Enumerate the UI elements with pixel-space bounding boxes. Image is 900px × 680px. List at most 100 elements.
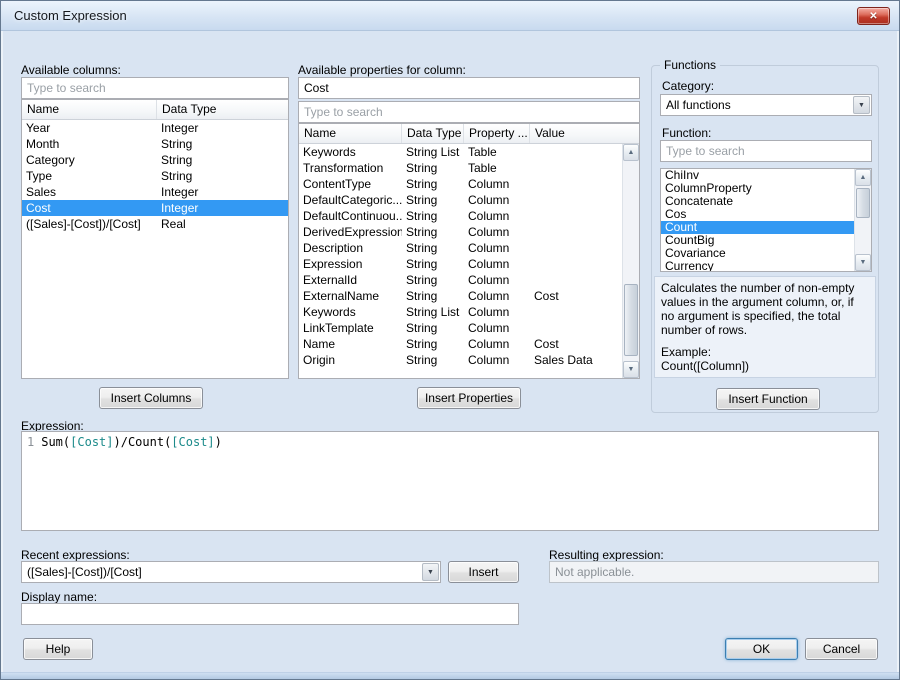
table-cell: Column: [464, 176, 530, 192]
column-row[interactable]: TypeString: [22, 168, 288, 184]
properties-header-property[interactable]: Property ...: [464, 124, 530, 143]
help-button[interactable]: Help: [23, 638, 93, 660]
table-cell: Column: [464, 352, 530, 368]
properties-header-name[interactable]: Name: [299, 124, 402, 143]
table-cell: Integer: [157, 200, 288, 216]
dropdown-arrow-icon[interactable]: ▼: [853, 96, 870, 114]
scrollbar-thumb[interactable]: [856, 188, 870, 218]
properties-header-datatype[interactable]: Data Type: [402, 124, 464, 143]
property-row[interactable]: DerivedExpressionStringColumn: [299, 224, 622, 240]
table-cell: Sales: [22, 184, 157, 200]
expression-code: Sum([Cost])/Count([Cost]): [41, 435, 222, 449]
column-row[interactable]: MonthString: [22, 136, 288, 152]
property-row[interactable]: ExternalIdStringColumn: [299, 272, 622, 288]
columns-header-datatype[interactable]: Data Type: [157, 100, 288, 119]
column-row[interactable]: YearInteger: [22, 120, 288, 136]
table-cell: ([Sales]-[Cost])/[Cost]: [22, 216, 157, 232]
column-row[interactable]: CategoryString: [22, 152, 288, 168]
table-cell: Column: [464, 272, 530, 288]
table-cell: String: [402, 208, 464, 224]
display-name-label: Display name:: [21, 590, 97, 604]
insert-columns-button[interactable]: Insert Columns: [99, 387, 203, 409]
table-cell: String: [402, 352, 464, 368]
functions-group-label: Functions: [660, 58, 720, 72]
function-search-input[interactable]: [660, 140, 872, 162]
property-row[interactable]: KeywordsString ListTable: [299, 144, 622, 160]
scrollbar-thumb[interactable]: [624, 284, 638, 356]
category-value: All functions: [666, 95, 851, 115]
property-row[interactable]: DescriptionStringColumn: [299, 240, 622, 256]
table-cell: [530, 272, 622, 288]
table-cell: String: [402, 288, 464, 304]
table-cell: Table: [464, 144, 530, 160]
table-cell: Year: [22, 120, 157, 136]
property-row[interactable]: ExpressionStringColumn: [299, 256, 622, 272]
table-cell: Cost: [530, 336, 622, 352]
table-cell: String List: [402, 304, 464, 320]
table-cell: [530, 224, 622, 240]
scroll-up-icon[interactable]: ▲: [623, 144, 639, 161]
table-cell: Name: [299, 336, 402, 352]
custom-expression-dialog: Custom Expression ✕ Available columns: N…: [0, 0, 900, 680]
table-cell: String: [402, 320, 464, 336]
properties-header-value[interactable]: Value: [530, 124, 639, 143]
table-cell: Column: [464, 320, 530, 336]
column-row[interactable]: CostInteger: [22, 200, 288, 216]
property-row[interactable]: LinkTemplateStringColumn: [299, 320, 622, 336]
table-cell: Transformation: [299, 160, 402, 176]
insert-recent-button[interactable]: Insert: [448, 561, 519, 583]
table-cell: [530, 256, 622, 272]
scroll-down-icon[interactable]: ▼: [855, 254, 871, 271]
scroll-up-icon[interactable]: ▲: [855, 169, 871, 186]
column-row[interactable]: SalesInteger: [22, 184, 288, 200]
table-cell: Column: [464, 192, 530, 208]
table-cell: Column: [464, 240, 530, 256]
property-row[interactable]: NameStringColumnCost: [299, 336, 622, 352]
insert-properties-button[interactable]: Insert Properties: [417, 387, 521, 409]
scroll-down-icon[interactable]: ▼: [623, 361, 639, 378]
dropdown-arrow-icon[interactable]: ▼: [422, 563, 439, 581]
function-list-scrollbar[interactable]: ▲ ▼: [854, 169, 871, 271]
function-item[interactable]: Currency: [661, 260, 854, 272]
function-label: Function:: [662, 126, 711, 140]
table-cell: Month: [22, 136, 157, 152]
column-token: [Cost]: [70, 435, 113, 449]
recent-expressions-label: Recent expressions:: [21, 548, 130, 562]
property-row[interactable]: DefaultCategoric...StringColumn: [299, 192, 622, 208]
function-list-items: ChiInvColumnPropertyConcatenateCosCountC…: [661, 169, 871, 272]
titlebar[interactable]: Custom Expression ✕: [1, 1, 899, 31]
code-token: Sum(: [41, 435, 70, 449]
table-cell: Expression: [299, 256, 402, 272]
table-cell: Keywords: [299, 304, 402, 320]
expression-editor[interactable]: 1Sum([Cost])/Count([Cost]): [21, 431, 879, 531]
property-row[interactable]: TransformationStringTable: [299, 160, 622, 176]
ok-button[interactable]: OK: [725, 638, 798, 660]
table-cell: DerivedExpression: [299, 224, 402, 240]
property-row[interactable]: OriginStringColumnSales Data: [299, 352, 622, 368]
columns-header-name[interactable]: Name: [22, 100, 157, 119]
display-name-input[interactable]: [21, 603, 519, 625]
table-cell: [530, 176, 622, 192]
function-item[interactable]: Concatenate: [661, 195, 854, 208]
insert-function-button[interactable]: Insert Function: [716, 388, 820, 410]
property-row[interactable]: DefaultContinuou...StringColumn: [299, 208, 622, 224]
table-cell: Origin: [299, 352, 402, 368]
properties-scrollbar[interactable]: ▲ ▼: [622, 144, 639, 378]
column-row[interactable]: ([Sales]-[Cost])/[Cost]Real: [22, 216, 288, 232]
property-row[interactable]: ExternalNameStringColumnCost: [299, 288, 622, 304]
table-cell: Keywords: [299, 144, 402, 160]
table-cell: Column: [464, 288, 530, 304]
columns-search-input[interactable]: [21, 77, 289, 99]
properties-table-header: Name Data Type Property ... Value: [299, 124, 639, 144]
cancel-button[interactable]: Cancel: [805, 638, 878, 660]
table-cell: Integer: [157, 184, 288, 200]
category-dropdown[interactable]: All functions ▼: [660, 94, 872, 116]
properties-search-input[interactable]: [298, 101, 640, 123]
close-button[interactable]: ✕: [857, 7, 890, 25]
table-cell: String: [402, 176, 464, 192]
example-label: Example:: [661, 345, 869, 359]
property-row[interactable]: KeywordsString ListColumn: [299, 304, 622, 320]
recent-expressions-dropdown[interactable]: ([Sales]-[Cost])/[Cost] ▼: [21, 561, 441, 583]
property-row[interactable]: ContentTypeStringColumn: [299, 176, 622, 192]
resulting-expression-field: Not applicable.: [549, 561, 879, 583]
